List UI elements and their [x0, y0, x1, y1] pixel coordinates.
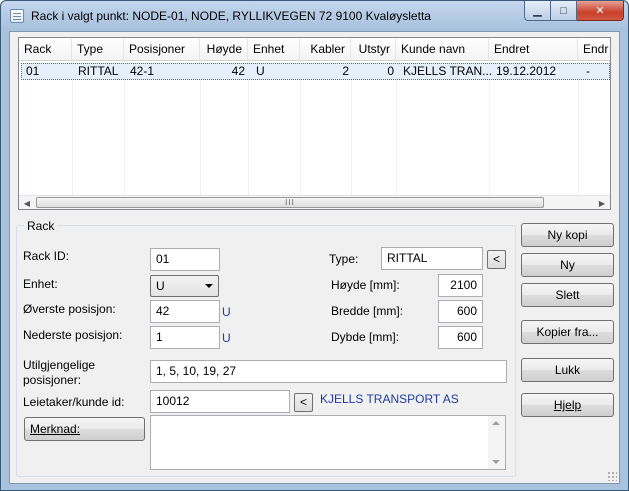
leietaker-name: KJELLS TRANSPORT AS: [320, 392, 459, 406]
cell-hoyde: 42: [231, 64, 245, 78]
enhet-dropdown[interactable]: U: [150, 275, 219, 297]
maximize-icon: □: [560, 4, 567, 17]
nederste-posisjon-field[interactable]: 1: [150, 326, 220, 349]
cell-utstyr: 0: [387, 64, 394, 78]
cell-kabler: 2: [342, 64, 349, 78]
scroll-grip-icon: III: [285, 198, 295, 207]
overste-unit: U: [222, 305, 231, 319]
cell-rack: 01: [26, 64, 40, 78]
type-label: Type:: [329, 252, 359, 266]
column-divider: [200, 61, 201, 195]
column-header-endr[interactable]: Endr: [578, 38, 610, 61]
close-button[interactable]: ✕: [577, 1, 624, 21]
table-row[interactable]: 01 RITTAL 42-1 42 U 2 0 KJELLS TRAN... 1…: [21, 63, 610, 80]
bredde-label: Bredde [mm]:: [331, 304, 404, 318]
utilgjengelige-field[interactable]: 1, 5, 10, 19, 27: [150, 360, 507, 383]
slett-button[interactable]: Slett: [521, 283, 614, 307]
hoyde-field[interactable]: 2100: [438, 274, 483, 297]
enhet-selected-value: U: [156, 279, 165, 293]
column-header-type[interactable]: Type: [72, 38, 124, 61]
column-divider: [489, 61, 490, 195]
type-field[interactable]: RITTAL: [381, 247, 483, 270]
column-header-kunde-navn[interactable]: Kunde navn: [396, 38, 489, 61]
leietaker-label: Leietaker/kunde id:: [23, 395, 125, 409]
hoyde-label: Høyde [mm]:: [331, 278, 400, 292]
cell-endret: 19.12.2012: [496, 64, 557, 78]
column-header-utstyr[interactable]: Utstyr: [351, 38, 396, 61]
rack-list[interactable]: Rack Type Posisjoner Høyde Enhet Kabler …: [18, 37, 611, 210]
merknad-vertical-scrollbar[interactable]: [488, 416, 505, 469]
utilgjengelige-label-line2: posisjoner:: [23, 373, 82, 387]
column-divider: [351, 61, 352, 195]
minimize-icon: ▁: [533, 5, 542, 17]
kopier-fra-button[interactable]: Kopier fra...: [521, 320, 614, 344]
column-header-posisjoner[interactable]: Posisjoner: [124, 38, 200, 61]
column-divider: [300, 61, 301, 195]
scroll-left-icon[interactable]: ◀: [19, 197, 35, 209]
hjelp-button[interactable]: Hjelp: [521, 393, 614, 417]
rack-id-field[interactable]: 01: [150, 248, 220, 271]
leietaker-field[interactable]: 10012: [150, 390, 290, 413]
column-header-kabler[interactable]: Kabler: [300, 38, 351, 61]
column-divider: [578, 61, 579, 195]
dybde-field[interactable]: 600: [438, 326, 483, 349]
close-icon: ✕: [595, 5, 605, 17]
scroll-right-icon[interactable]: ▶: [594, 197, 610, 209]
rack-id-label: Rack ID:: [23, 249, 70, 263]
title-bar[interactable]: Rack i valgt punkt: NODE-01, NODE, RYLLI…: [1, 1, 628, 31]
maximize-button[interactable]: □: [551, 1, 577, 21]
rack-group-title: Rack: [24, 219, 58, 233]
rack-list-header: Rack Type Posisjoner Høyde Enhet Kabler …: [19, 38, 610, 61]
column-header-hoyde[interactable]: Høyde: [200, 38, 248, 61]
lukk-button[interactable]: Lukk: [521, 358, 614, 382]
app-icon: [10, 9, 24, 23]
column-header-rack[interactable]: Rack: [19, 38, 72, 61]
dialog-client-area: Rack Type Posisjoner Høyde Enhet Kabler …: [9, 31, 620, 484]
enhet-label: Enhet:: [23, 277, 58, 291]
cell-endr: -: [586, 64, 590, 78]
cell-type: RITTAL: [78, 64, 119, 78]
column-header-enhet[interactable]: Enhet: [248, 38, 300, 61]
scroll-thumb[interactable]: III: [36, 197, 544, 208]
dialog-window: Rack i valgt punkt: NODE-01, NODE, RYLLI…: [0, 0, 629, 491]
utilgjengelige-label-line1: Utilgjengelige: [23, 358, 96, 372]
minimize-button[interactable]: ▁: [524, 1, 551, 21]
column-divider: [72, 61, 73, 195]
nederste-posisjon-label: Nederste posisjon:: [23, 328, 123, 342]
type-select-button[interactable]: <: [487, 250, 506, 269]
scroll-up-icon[interactable]: [492, 421, 500, 425]
horizontal-scrollbar[interactable]: ◀ III ▶: [19, 195, 610, 209]
ny-kopi-button[interactable]: Ny kopi: [521, 223, 614, 247]
merknad-textarea[interactable]: [150, 415, 506, 470]
window-controls: ▁ □ ✕: [524, 1, 624, 21]
cell-enhet: U: [256, 64, 265, 78]
cell-posisjoner: 42-1: [130, 64, 155, 78]
chevron-down-icon: [205, 284, 213, 288]
column-header-endret[interactable]: Endret: [489, 38, 578, 61]
overste-posisjon-label: Øverste posisjon:: [23, 302, 116, 316]
merknad-button-label: Merknad:: [30, 422, 81, 436]
cell-kunde-navn: KJELLS TRAN...: [403, 64, 492, 78]
dybde-label: Dybde [mm]:: [331, 330, 400, 344]
column-divider: [396, 61, 397, 195]
nederste-unit: U: [222, 331, 231, 345]
scroll-down-icon[interactable]: [492, 460, 500, 464]
column-divider: [248, 61, 249, 195]
ny-button[interactable]: Ny: [521, 253, 614, 277]
merknad-button[interactable]: Merknad:: [24, 417, 145, 441]
leietaker-select-button[interactable]: <: [294, 393, 313, 412]
bredde-field[interactable]: 600: [438, 300, 483, 323]
column-divider: [124, 61, 125, 195]
hjelp-button-label: Hjelp: [553, 398, 582, 412]
overste-posisjon-field[interactable]: 42: [150, 300, 220, 323]
window-title: Rack i valgt punkt: NODE-01, NODE, RYLLI…: [31, 9, 431, 23]
resize-grip-icon[interactable]: [607, 471, 617, 481]
